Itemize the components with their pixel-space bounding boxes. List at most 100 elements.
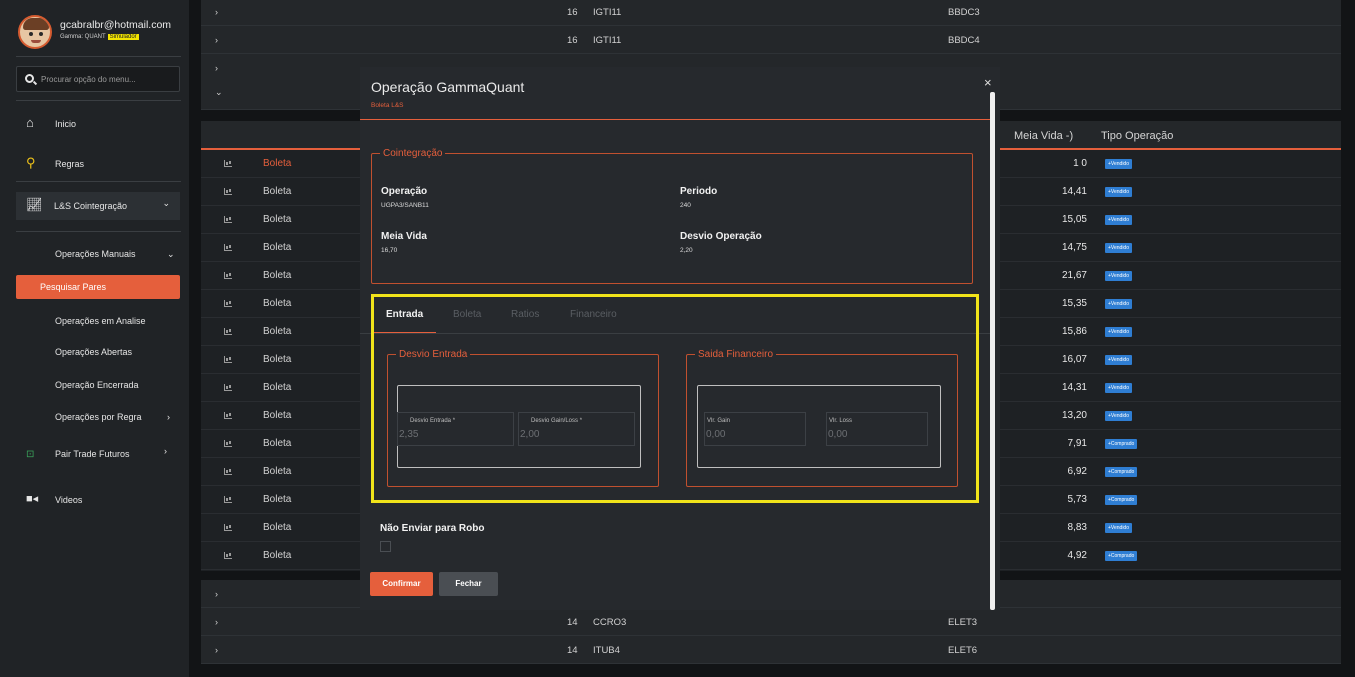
tipo-operacao-badge: +Vendido xyxy=(1105,327,1132,337)
chevron-right-icon[interactable]: › xyxy=(215,35,218,45)
operacao-label: Operação xyxy=(381,186,428,197)
area-chart-icon[interactable] xyxy=(224,440,232,447)
area-chart-icon[interactable] xyxy=(224,356,232,363)
sidebar-item-label: Regras xyxy=(55,159,85,169)
divider xyxy=(16,231,181,232)
sidebar-item-label: Operações por Regra xyxy=(55,412,142,422)
ticker-b: BBDC4 xyxy=(948,35,980,46)
fechar-button[interactable]: Fechar xyxy=(439,572,498,596)
sidebar-item-pesquisar-pares[interactable]: Pesquisar Pares xyxy=(16,275,180,299)
scrollbar[interactable] xyxy=(990,92,995,610)
boleta-link[interactable]: Boleta xyxy=(263,522,291,533)
area-chart-icon[interactable] xyxy=(224,328,232,335)
ticker-b: ELET6 xyxy=(948,645,978,656)
area-chart-icon[interactable] xyxy=(224,216,232,223)
boleta-link[interactable]: Boleta xyxy=(263,382,291,393)
search-icon: ⚲ xyxy=(26,155,36,170)
col-meia-vida[interactable]: Meia Vida -) xyxy=(1014,130,1073,142)
chevron-right-icon[interactable]: › xyxy=(215,589,218,599)
sidebar-item-label: Videos xyxy=(55,495,83,505)
sidebar-item-regras[interactable]: ⚲ Regras xyxy=(0,150,189,178)
plan-badge: Simulador xyxy=(107,34,139,40)
chevron-right-icon: › xyxy=(164,446,167,456)
meia-vida-cell: 21,67 xyxy=(1061,270,1087,281)
area-chart-icon[interactable] xyxy=(224,160,232,167)
chevron-down-icon[interactable]: ⌄ xyxy=(215,87,223,98)
avatar[interactable] xyxy=(18,15,52,49)
bg-row[interactable]: › 14 CCRO3 ELET3 xyxy=(201,608,1341,636)
area-chart-icon[interactable] xyxy=(224,244,232,251)
sidebar-item-videos[interactable]: ■◂ Videos xyxy=(0,486,189,514)
divider xyxy=(16,56,181,57)
meia-vida-cell: 4,92 xyxy=(1067,550,1087,561)
area-chart-icon[interactable] xyxy=(224,188,232,195)
meia-vida-cell: 8,83 xyxy=(1067,522,1087,533)
sidebar-item-abertas[interactable]: Operações Abertas xyxy=(55,347,132,357)
tipo-operacao-badge: +Comprado xyxy=(1105,467,1138,477)
sidebar-item-label: Operações Abertas xyxy=(55,347,133,357)
sidebar-item-por-regra[interactable]: Operações por Regra › xyxy=(55,412,170,422)
boleta-link[interactable]: Boleta xyxy=(263,438,291,449)
area-chart-icon[interactable] xyxy=(224,412,232,419)
tipo-operacao-badge: +Comprado xyxy=(1105,495,1138,505)
boleta-link[interactable]: Boleta xyxy=(263,494,291,505)
sidebar-item-inicio[interactable]: ⌂ Inicio xyxy=(0,110,189,138)
boleta-link[interactable]: Boleta xyxy=(263,242,291,253)
chevron-right-icon[interactable]: › xyxy=(215,63,218,73)
confirmar-button[interactable]: Confirmar xyxy=(370,572,433,596)
tipo-operacao-badge: +Vendido xyxy=(1105,159,1132,169)
area-chart-icon[interactable] xyxy=(224,552,232,559)
area-chart-icon[interactable] xyxy=(224,300,232,307)
chevron-right-icon[interactable]: › xyxy=(215,645,218,655)
meia-vida-cell: 7,91 xyxy=(1067,438,1087,449)
sidebar: gcabralbr@hotmail.com Gamma: QUANT Simula… xyxy=(0,0,189,677)
meia-vida-cell: 14,41 xyxy=(1061,186,1087,197)
divider xyxy=(16,100,181,101)
close-icon[interactable]: × xyxy=(984,75,992,90)
boleta-link[interactable]: Boleta xyxy=(263,158,291,169)
boleta-link[interactable]: Boleta xyxy=(263,466,291,477)
boleta-link[interactable]: Boleta xyxy=(263,298,291,309)
chevron-right-icon[interactable]: › xyxy=(215,7,218,17)
area-chart-icon[interactable] xyxy=(224,496,232,503)
bg-row[interactable]: › 16 IGTI11 BBDC4 xyxy=(201,26,1341,54)
sidebar-item-pair-trade-futuros[interactable]: ⊡ Pair Trade Futuros › xyxy=(0,440,189,468)
area-chart-icon[interactable] xyxy=(224,384,232,391)
boleta-link[interactable]: Boleta xyxy=(263,186,291,197)
col-tipo-operacao[interactable]: Tipo Operação xyxy=(1101,130,1173,142)
sidebar-item-label: Pesquisar Pares xyxy=(40,282,107,292)
bg-row[interactable]: › 14 ITUB4 ELET6 xyxy=(201,636,1341,664)
boleta-link[interactable]: Boleta xyxy=(263,550,291,561)
sidebar-item-label: Inicio xyxy=(55,119,77,129)
chevron-right-icon[interactable]: › xyxy=(215,617,218,627)
modal-title: Operação GammaQuant xyxy=(371,79,525,95)
area-chart-icon[interactable] xyxy=(224,468,232,475)
nao-enviar-label: Não Enviar para Robo xyxy=(380,523,485,534)
boleta-link[interactable]: Boleta xyxy=(263,270,291,281)
row-number: 14 xyxy=(567,617,578,628)
search-input[interactable]: Procurar opção do menu... xyxy=(16,66,180,92)
tipo-operacao-badge: +Comprado xyxy=(1105,551,1138,561)
sidebar-item-label: Operações em Analise xyxy=(55,316,146,326)
nao-enviar-checkbox[interactable] xyxy=(380,541,391,552)
periodo-label: Periodo xyxy=(680,186,718,197)
tipo-operacao-badge: +Vendido xyxy=(1105,383,1132,393)
sidebar-item-lbs-cointegracao[interactable]: 📈︎ L&S Cointegração ⌄ xyxy=(16,192,180,220)
chevron-down-icon: ⌄ xyxy=(162,198,170,208)
chevron-down-icon: ⌄ xyxy=(167,249,175,259)
cointegracao-legend: Cointegração xyxy=(383,148,443,159)
area-chart-icon[interactable] xyxy=(224,272,232,279)
boleta-link[interactable]: Boleta xyxy=(263,214,291,225)
ticker-a: CCRO3 xyxy=(593,617,627,628)
sidebar-item-operacoes-manuais[interactable]: Operações Manuais ⌄ xyxy=(55,249,175,259)
sidebar-item-encerrada[interactable]: Operação Encerrada xyxy=(55,380,139,390)
user-panel[interactable]: gcabralbr@hotmail.com Gamma: QUANT Simula… xyxy=(0,10,189,55)
boleta-link[interactable]: Boleta xyxy=(263,354,291,365)
ticker-a: IGTI11 xyxy=(593,35,622,46)
area-chart-icon[interactable] xyxy=(224,524,232,531)
sidebar-item-em-analise[interactable]: Operações em Analise xyxy=(55,316,146,326)
periodo-value: 240 xyxy=(680,202,691,209)
boleta-link[interactable]: Boleta xyxy=(263,410,291,421)
boleta-link[interactable]: Boleta xyxy=(263,326,291,337)
bg-row[interactable]: › 16 IGTI11 BBDC3 xyxy=(201,0,1341,26)
